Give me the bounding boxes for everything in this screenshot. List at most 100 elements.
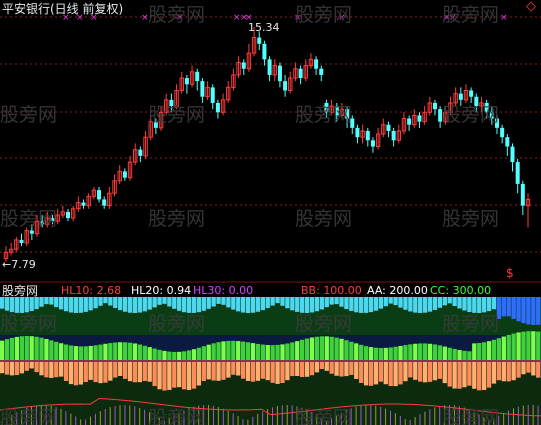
indicator-bar-cyan bbox=[132, 297, 138, 313]
indicator-bar-green bbox=[403, 345, 408, 360]
indicator-bar-bottom bbox=[109, 407, 111, 425]
indicator-bar-green bbox=[191, 349, 197, 360]
indicator-bar-green bbox=[304, 338, 310, 360]
indicator-bar-cyan bbox=[319, 297, 324, 310]
indicator-bar-green bbox=[157, 349, 162, 360]
indicator-bar-orange bbox=[59, 362, 64, 377]
candle-body-down bbox=[469, 90, 474, 97]
indicator-bar-orange bbox=[221, 362, 226, 380]
diamond-icon[interactable]: ◇ bbox=[526, 0, 536, 13]
indicator-bar-green bbox=[78, 346, 84, 360]
candle-body-down bbox=[391, 130, 396, 141]
indicator-bar-green bbox=[49, 340, 54, 360]
indicator-bar-orange bbox=[398, 362, 403, 385]
indicator-bar-cyan bbox=[324, 297, 329, 308]
candle-body-down bbox=[386, 124, 391, 131]
indicator-bar-orange bbox=[363, 362, 369, 386]
indicator-bar-orange bbox=[393, 362, 398, 387]
indicator-bar-orange bbox=[201, 362, 206, 382]
indicator-bar-green bbox=[368, 347, 374, 360]
indicator-bar-orange bbox=[19, 362, 24, 374]
chart-title: 平安银行(日线 前复权) bbox=[2, 2, 124, 16]
candle-body-down bbox=[298, 68, 303, 79]
indicator-bar-orange bbox=[44, 362, 49, 378]
indicator-bar-green bbox=[73, 346, 79, 360]
indicator-bar-green bbox=[172, 351, 177, 360]
indicator-bar-orange bbox=[304, 362, 310, 377]
indicator-bar-bottom bbox=[394, 413, 396, 425]
indicator-bar-green bbox=[452, 348, 457, 360]
indicator-bar-green bbox=[422, 343, 428, 360]
indicator-bar-orange bbox=[0, 362, 5, 374]
indicator-bar-green bbox=[418, 343, 423, 360]
indicator-bar-green bbox=[359, 344, 364, 360]
signal-dollar-marker: $ bbox=[506, 266, 514, 280]
candle-body-down bbox=[510, 146, 515, 163]
indicator-bar-orange bbox=[403, 362, 408, 382]
watermark: 股旁网 bbox=[442, 104, 500, 126]
indicator-bar-green bbox=[122, 342, 128, 360]
watermark: 股旁网 bbox=[442, 4, 500, 26]
indicator-bar-orange bbox=[132, 362, 138, 383]
indicator-bar-cyan bbox=[427, 297, 433, 312]
indicator-bar-green bbox=[531, 331, 536, 360]
indicator-bar-green bbox=[506, 334, 511, 360]
indicator-bar-orange bbox=[496, 362, 502, 381]
watermark: 股旁网 bbox=[442, 407, 500, 425]
indicator-bar-cyan bbox=[103, 297, 108, 304]
high-price-label: 15.34 bbox=[248, 21, 280, 34]
indicator-bar-orange bbox=[359, 362, 364, 383]
indicator-bar-green bbox=[349, 341, 354, 360]
indicator-bar-cyan bbox=[403, 297, 408, 310]
indicator-bar-cyan bbox=[275, 297, 280, 304]
indicator-bar-green bbox=[393, 346, 398, 360]
indicator-bar-green bbox=[334, 337, 339, 360]
indicator-bar-orange bbox=[442, 362, 447, 384]
indicator-bar-green bbox=[319, 336, 324, 360]
indicator-bar-cyan bbox=[442, 297, 447, 306]
bb-label: BB: 100.00 bbox=[301, 285, 362, 297]
indicator-bar-orange bbox=[418, 362, 423, 382]
indicator-bar-green bbox=[285, 343, 290, 360]
indicator-bar-orange bbox=[113, 362, 118, 378]
indicator-bar-cyan bbox=[240, 297, 246, 313]
indicator-bar-orange bbox=[334, 362, 339, 376]
indicator-bar-green bbox=[536, 331, 541, 360]
indicator-bar-bottom bbox=[94, 413, 96, 425]
watermark: 股旁网 bbox=[148, 407, 206, 425]
indicator-bar-cyan bbox=[118, 297, 123, 311]
candle-body-down bbox=[81, 202, 86, 206]
indicator-bar-green bbox=[221, 341, 226, 360]
watermark: 股旁网 bbox=[295, 313, 353, 335]
indicator-bar-green bbox=[260, 344, 265, 360]
indicator-bar-green bbox=[388, 347, 393, 360]
indicator-bar-orange bbox=[486, 362, 492, 388]
indicator-bar-cyan bbox=[531, 297, 536, 325]
candle-body-down bbox=[19, 239, 24, 244]
hl20-value: 0.94 bbox=[166, 284, 192, 297]
indicator-bar-orange bbox=[211, 362, 216, 381]
indicator-bar-bottom bbox=[291, 405, 293, 425]
indicator-bar-cyan bbox=[127, 297, 133, 313]
indicator-bar-green bbox=[231, 340, 236, 360]
indicator-bar-bottom bbox=[414, 417, 416, 425]
indicator-bar-orange bbox=[73, 362, 79, 386]
indicator-bar-orange bbox=[29, 362, 34, 369]
indicator-bar-bottom bbox=[532, 405, 534, 425]
indicator-bar-cyan bbox=[0, 297, 5, 309]
indicator-bar-cyan bbox=[526, 297, 531, 325]
indicator-bar-cyan bbox=[368, 297, 374, 313]
candle-body-down bbox=[505, 137, 510, 147]
indicator-bar-orange bbox=[526, 362, 531, 373]
indicator-bar-green bbox=[408, 344, 413, 360]
indicator-bar-bottom bbox=[129, 405, 131, 425]
indicator-bar-orange bbox=[295, 362, 300, 377]
indicator-bar-orange bbox=[108, 362, 113, 381]
indicator-bar-bottom bbox=[512, 408, 514, 425]
indicator-bar-cyan bbox=[211, 297, 216, 307]
indicator-bar-cyan bbox=[93, 297, 98, 309]
indicator-bar-cyan bbox=[157, 297, 162, 305]
indicator-bar-green bbox=[236, 341, 241, 360]
indicator-bar-orange bbox=[506, 362, 511, 382]
indicator-bar-bottom bbox=[257, 413, 259, 425]
